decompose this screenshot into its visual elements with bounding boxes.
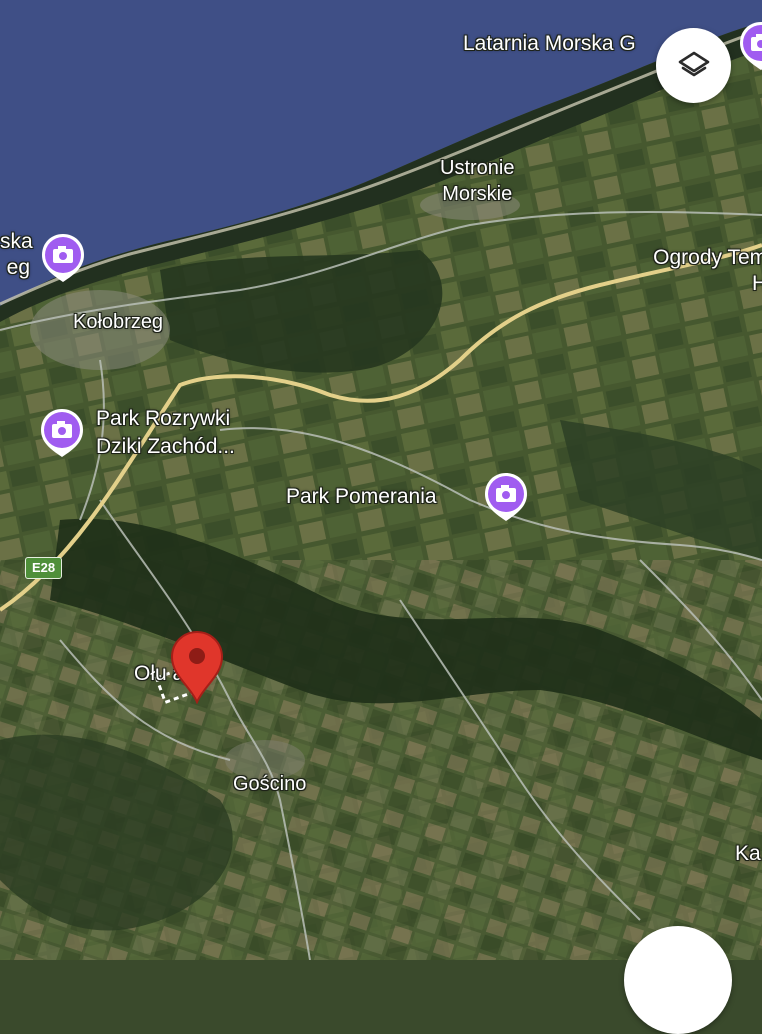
location-pin[interactable] bbox=[170, 630, 224, 705]
label-left-poi-line2: eg bbox=[6, 256, 30, 279]
label-ogrody-line2: H bbox=[752, 272, 762, 295]
label-ustronie-line1: Ustronie bbox=[440, 157, 515, 179]
photo-camera-icon bbox=[485, 473, 527, 521]
label-park-rozrywki-line2: Dziki Zachód... bbox=[96, 435, 235, 458]
label-kolobrzeg[interactable]: Kołobrzeg bbox=[73, 309, 163, 335]
label-ustronie-line2: Morskie bbox=[442, 183, 513, 205]
route-badge-e28: E28 bbox=[25, 557, 63, 579]
poi-marker-lighthouse[interactable] bbox=[738, 20, 762, 70]
label-park-pomerania[interactable]: Park Pomerania bbox=[286, 484, 437, 510]
label-ka[interactable]: Ka bbox=[735, 841, 761, 867]
floating-action-button[interactable] bbox=[624, 926, 732, 1034]
poi-marker-park-pomerania[interactable] bbox=[483, 471, 529, 521]
label-ustronie-morskie[interactable]: Ustronie Morskie bbox=[440, 155, 514, 207]
photo-camera-icon bbox=[740, 22, 762, 70]
layers-icon bbox=[678, 51, 709, 76]
satellite-map[interactable] bbox=[0, 0, 762, 960]
label-park-rozrywki[interactable]: Park Rozrywki Dziki Zachód... bbox=[96, 405, 235, 461]
map-pin-icon bbox=[170, 630, 224, 705]
label-lighthouse[interactable]: Latarnia Morska G bbox=[463, 31, 636, 57]
label-park-rozrywki-line1: Park Rozrywki bbox=[96, 407, 231, 430]
label-ogrody[interactable]: Ogrody Tem H bbox=[614, 245, 762, 297]
poi-marker-left-coast[interactable] bbox=[40, 232, 86, 282]
label-goscino[interactable]: Gościno bbox=[233, 771, 306, 797]
label-left-poi[interactable]: ska eg bbox=[0, 229, 33, 281]
photo-camera-icon bbox=[42, 234, 84, 282]
poi-marker-park-rozrywki[interactable] bbox=[39, 407, 85, 457]
label-ogrody-line1: Ogrody Tem bbox=[653, 246, 762, 269]
photo-camera-icon bbox=[41, 409, 83, 457]
label-left-poi-line1: ska bbox=[0, 230, 33, 253]
layers-button[interactable] bbox=[656, 28, 731, 103]
